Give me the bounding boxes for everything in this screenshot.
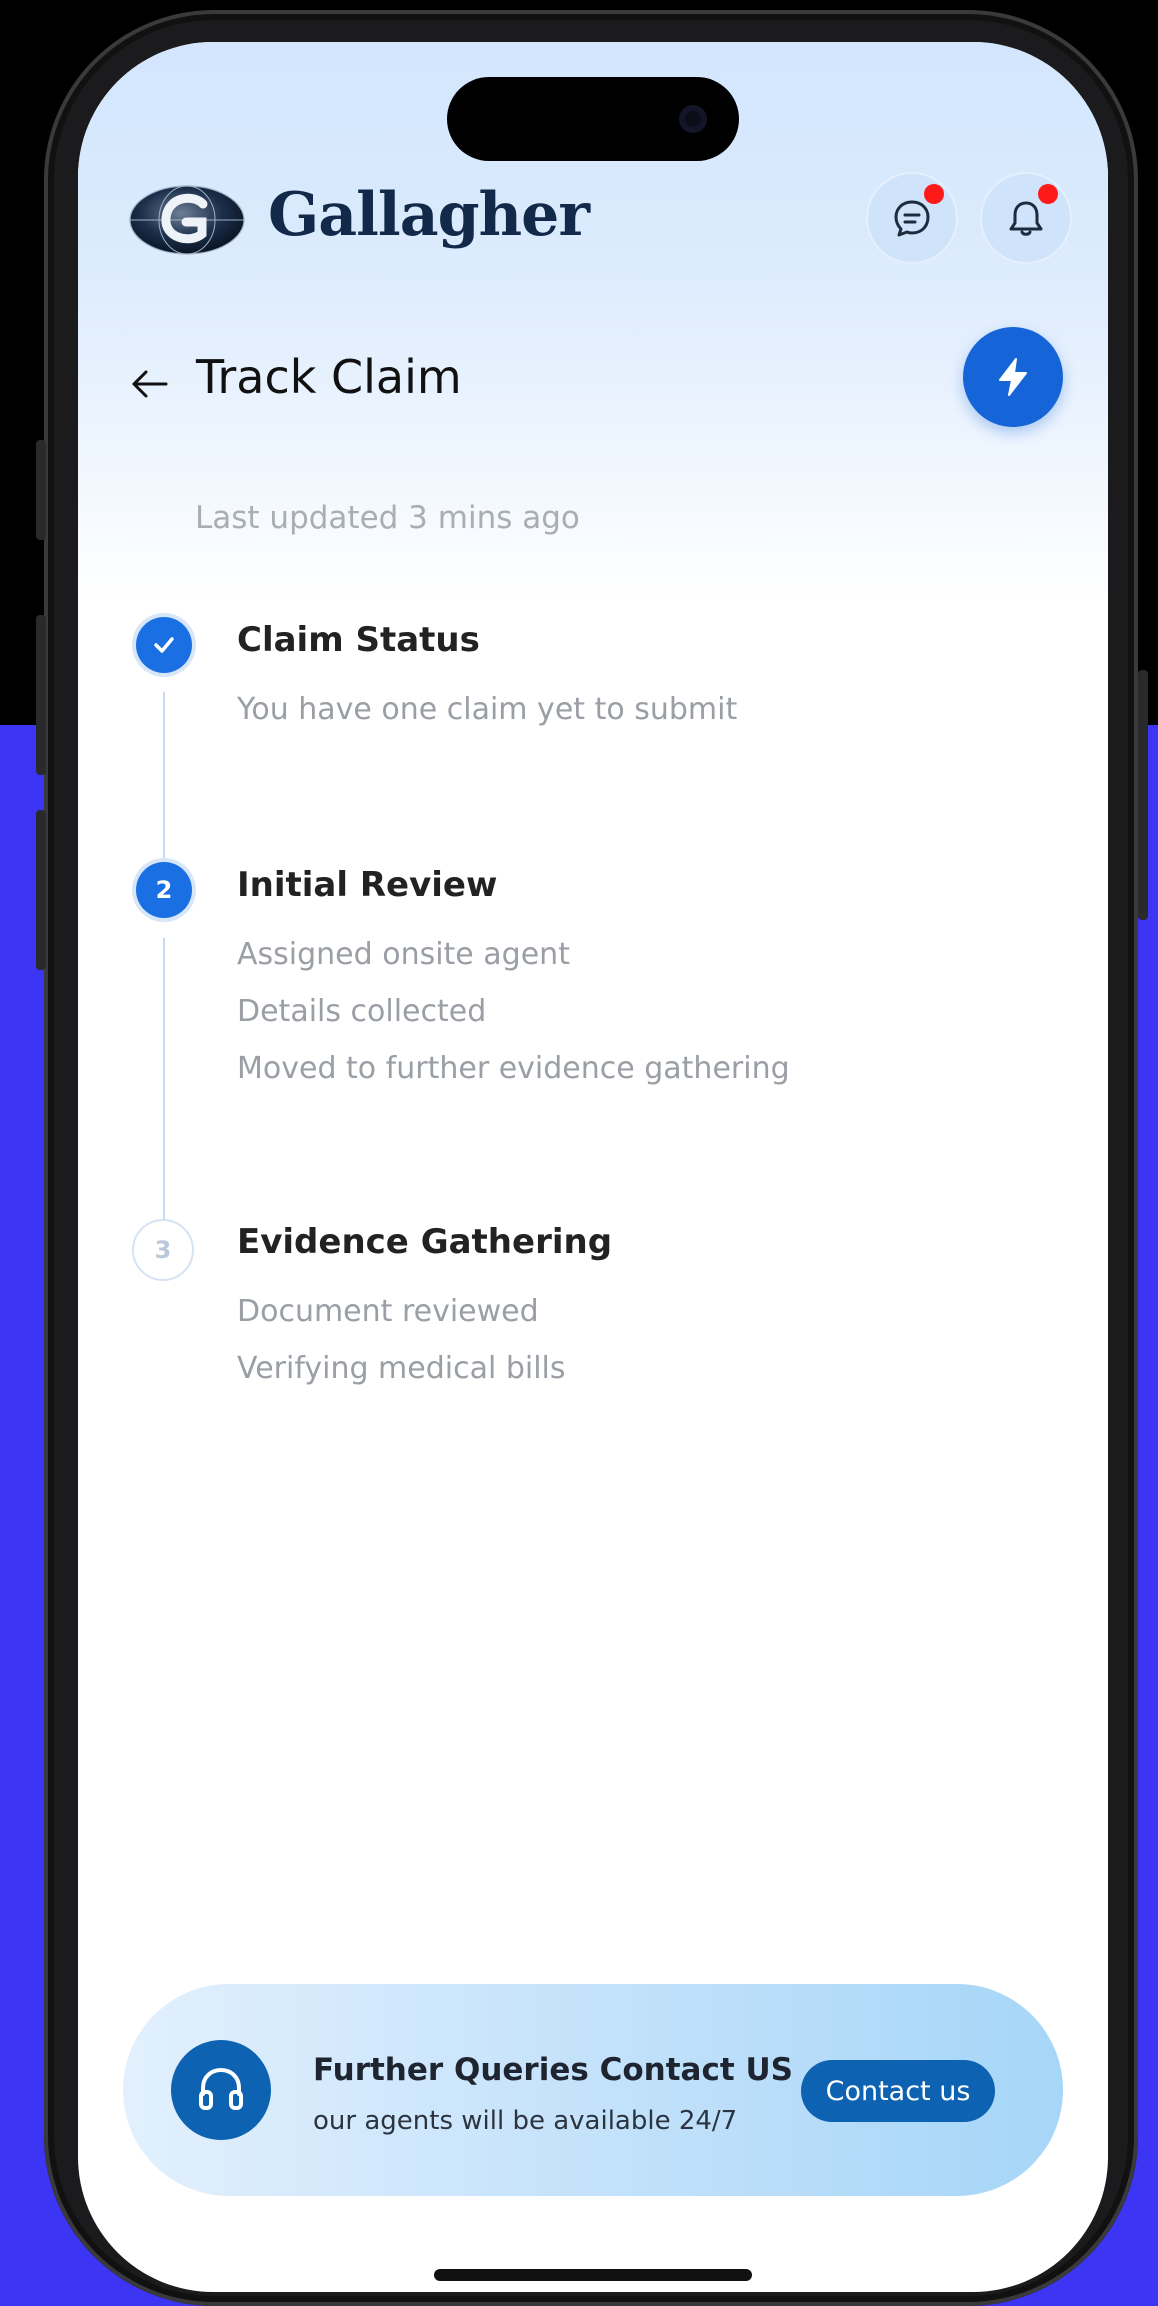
checkmark-icon	[154, 637, 174, 653]
page-title: Track Claim	[196, 350, 462, 404]
step-2-detail: Assigned onsite agent	[237, 937, 570, 972]
action-button	[36, 440, 46, 540]
gallagher-globe-logo-icon	[129, 185, 245, 255]
step-2-detail: Details collected	[237, 994, 487, 1029]
headset-icon	[199, 2067, 243, 2110]
notification-dot	[1038, 184, 1058, 204]
bell-icon	[1009, 201, 1043, 236]
step-3-detail: Document reviewed	[237, 1294, 539, 1329]
timeline-connector	[163, 692, 165, 882]
step-2-marker: 2	[136, 862, 192, 918]
quick-action-button[interactable]	[963, 327, 1063, 427]
support-avatar	[171, 2040, 271, 2140]
notification-dot	[924, 184, 944, 204]
step-3-title: Evidence Gathering	[237, 1222, 613, 1262]
contact-title: Further Queries Contact US	[313, 2052, 793, 2088]
messages-button[interactable]	[866, 172, 958, 264]
chat-icon	[894, 200, 930, 237]
timeline-connector	[163, 938, 165, 1248]
contact-subtitle: our agents will be available 24/7	[313, 2106, 738, 2136]
power-button	[1138, 670, 1148, 920]
last-updated-text: Last updated 3 mins ago	[195, 500, 580, 536]
brand-name: Gallagher	[268, 180, 590, 250]
step-2-title: Initial Review	[237, 865, 498, 905]
step-2-detail: Moved to further evidence gathering	[237, 1051, 790, 1086]
lightning-icon	[999, 358, 1027, 396]
step-3-detail: Verifying medical bills	[237, 1351, 566, 1386]
step-1-title: Claim Status	[237, 620, 480, 660]
step-1-check-icon	[136, 617, 192, 673]
app-screen: Gallagher Track Claim Last updated 3 min…	[78, 42, 1108, 2292]
contact-us-button[interactable]: Contact us	[801, 2060, 995, 2122]
notifications-button[interactable]	[980, 172, 1072, 264]
step-1-detail: You have one claim yet to submit	[237, 692, 738, 727]
volume-down-button	[36, 810, 46, 970]
camera-icon	[679, 105, 707, 133]
step-3-marker: 3	[132, 1219, 194, 1281]
dynamic-island	[447, 77, 739, 161]
volume-up-button	[36, 615, 46, 775]
back-arrow-icon[interactable]	[128, 362, 172, 406]
home-indicator[interactable]	[434, 2269, 752, 2281]
contact-card: Further Queries Contact US our agents wi…	[123, 1984, 1063, 2196]
